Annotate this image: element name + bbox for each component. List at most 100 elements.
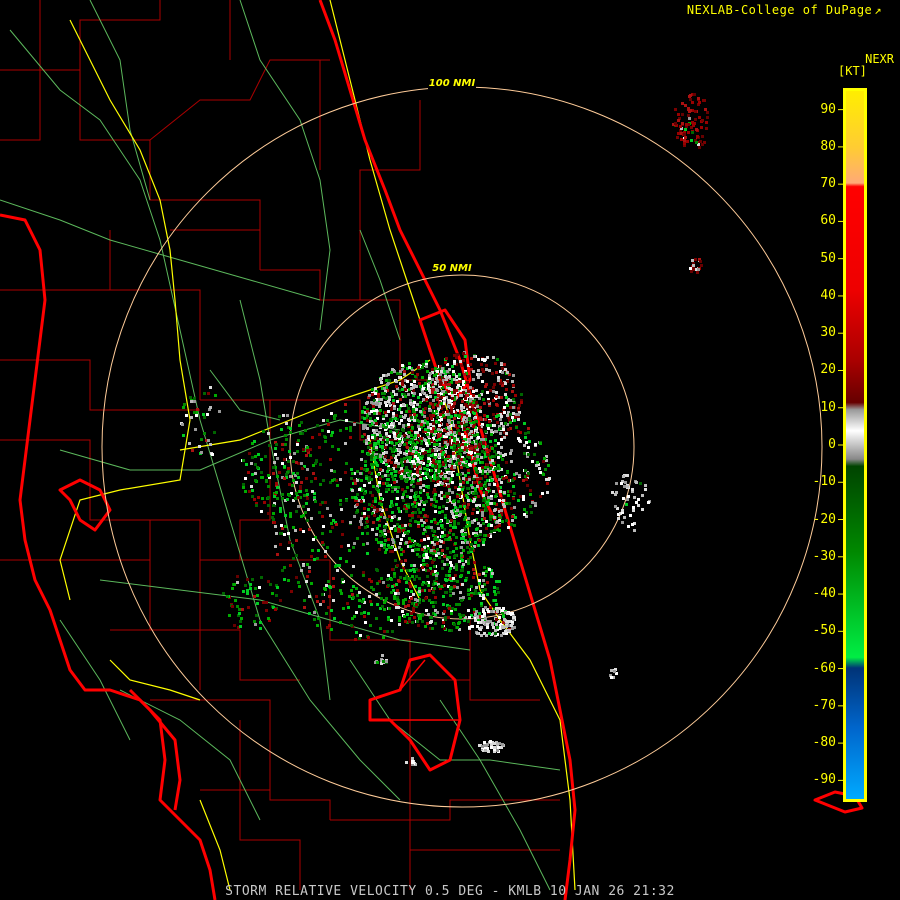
echo-pixel [256,602,259,605]
echo-pixel [387,467,390,470]
echo-pixel [309,454,312,457]
echo-pixel [298,424,301,427]
echo-pixel [403,438,406,441]
echo-pixel [621,521,624,524]
echo-pixel [296,450,299,453]
echo-pixel [324,550,327,553]
echo-pixel [422,532,425,535]
echo-pixel [352,546,355,549]
echo-pixel [348,549,351,552]
echo-pixel [494,444,497,447]
echo-pixel [274,545,277,548]
echo-pixel [405,588,408,591]
echo-pixel [306,519,309,522]
echo-pixel [487,487,490,490]
echo-pixel [494,495,497,498]
echo-pixel [444,514,447,517]
echo-pixel [376,661,379,664]
echo-pixel [418,503,421,506]
echo-pixel [391,486,394,489]
echo-pixel [452,455,455,458]
echo-pixel [363,492,366,495]
echo-pixel [461,568,464,571]
echo-pixel [500,362,503,365]
echo-pixel [286,498,289,501]
echo-pixel [423,467,426,470]
echo-pixel [384,459,387,462]
echo-pixel [399,415,402,418]
echo-pixel [269,583,272,586]
echo-pixel [351,496,354,499]
echo-pixel [449,524,452,527]
echo-pixel [462,614,465,617]
echo-pixel [460,554,463,557]
echo-pixel [308,528,311,531]
echo-pixel [422,559,425,562]
echo-pixel [528,440,531,443]
velocity-echoes [180,93,709,766]
echo-pixel [400,467,403,470]
echo-pixel [321,501,324,504]
echo-pixel [472,378,475,381]
echo-pixel [418,420,421,423]
echo-pixel [400,411,403,414]
echo-pixel [500,509,503,512]
echo-pixel [531,501,534,504]
echo-pixel [279,599,282,602]
echo-pixel [492,386,495,389]
echo-pixel [496,749,499,752]
echo-pixel [493,590,496,593]
echo-pixel [339,429,342,432]
echo-pixel [453,378,456,381]
echo-pixel [486,743,489,746]
echo-pixel [418,577,421,580]
echo-pixel [452,592,455,595]
echo-pixel [392,448,395,451]
echo-pixel [401,380,404,383]
echo-pixel [484,435,487,438]
echo-pixel [267,580,270,583]
echo-pixel [390,619,393,622]
echo-pixel [445,433,448,436]
echo-pixel [613,670,616,673]
echo-pixel [513,524,516,527]
echo-pixel [625,503,628,506]
echo-pixel [330,522,333,525]
echo-pixel [405,466,408,469]
echo-pixel [375,533,378,536]
echo-pixel [446,370,449,373]
echo-pixel [450,388,453,391]
echo-pixel [413,380,416,383]
echo-pixel [350,574,353,577]
echo-pixel [410,481,413,484]
echo-pixel [452,452,455,455]
echo-pixel [420,437,423,440]
echo-pixel [288,494,291,497]
nexlab-credit[interactable]: NEXLAB-College of DuPage ↗ [687,3,882,17]
echo-pixel [448,570,451,573]
echo-pixel [356,537,359,540]
echo-pixel [463,424,466,427]
echo-pixel [356,493,359,496]
echo-pixel [310,480,313,483]
echo-pixel [327,430,330,433]
echo-pixel [395,380,398,383]
echo-pixel [284,514,287,517]
echo-pixel [390,578,393,581]
echo-pixel [468,439,471,442]
echo-pixel [500,481,503,484]
echo-pixel [314,500,317,503]
echo-pixel [408,617,411,620]
echo-pixel [486,424,489,427]
echo-pixel [546,491,549,494]
echo-pixel [267,432,270,435]
echo-pixel [482,610,485,613]
echo-pixel [381,475,384,478]
echo-pixel [698,101,701,104]
echo-pixel [439,520,442,523]
echo-pixel [297,581,300,584]
echo-pixel [461,488,464,491]
echo-pixel [435,420,438,423]
echo-pixel [414,416,417,419]
echo-pixel [255,614,258,617]
